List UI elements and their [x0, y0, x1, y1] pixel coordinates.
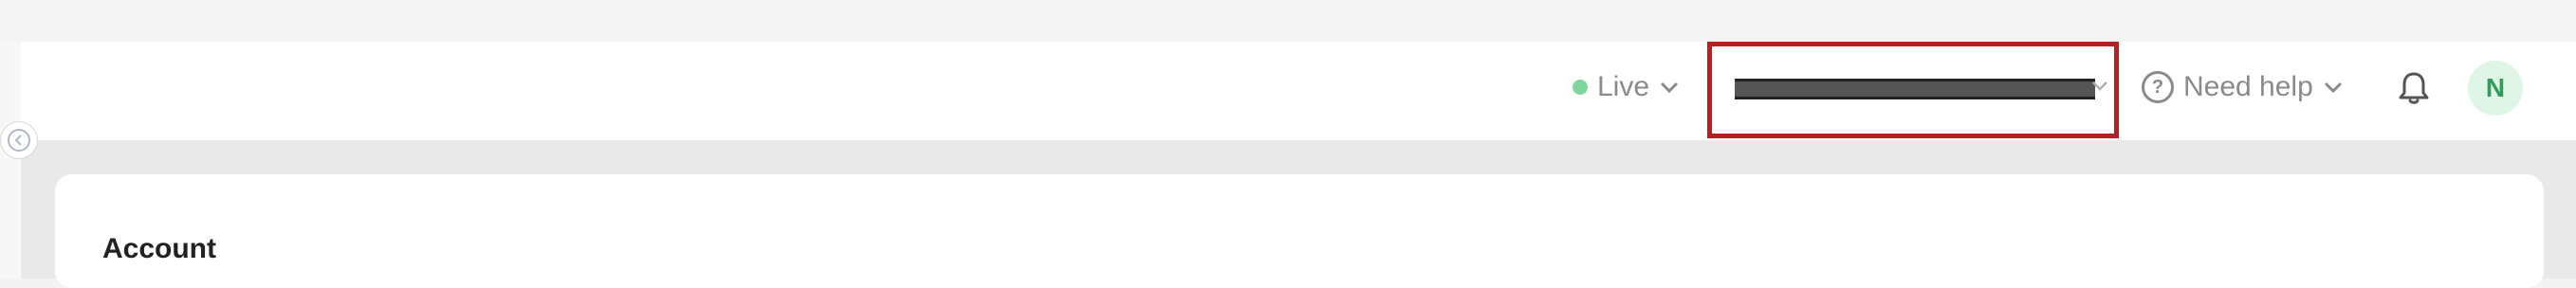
sidebar-collapse-button[interactable]	[0, 121, 38, 159]
environment-selector[interactable]	[1707, 42, 2119, 138]
card-title: Account	[102, 233, 216, 264]
avatar[interactable]: N	[2468, 61, 2523, 116]
avatar-initial: N	[2485, 73, 2506, 102]
chevron-left-circle-icon	[8, 129, 30, 152]
account-card: Account	[55, 174, 2544, 288]
content-area: Account	[21, 140, 2576, 288]
need-help-label: Need help	[2183, 71, 2313, 102]
live-label: Live	[1597, 71, 1650, 102]
browser-top-strip	[0, 0, 2576, 42]
live-mode-toggle[interactable]: Live	[1573, 66, 1680, 108]
chevron-down-icon	[1660, 81, 1679, 94]
need-help-menu[interactable]: ? Need help	[2142, 66, 2344, 108]
chevron-down-icon	[2092, 81, 2107, 91]
bell-icon[interactable]	[2398, 70, 2430, 106]
chevron-down-icon	[2324, 81, 2342, 94]
redaction-bar	[1735, 79, 2095, 99]
live-status-dot	[1573, 80, 1588, 95]
question-circle-icon: ?	[2142, 71, 2174, 103]
sidebar-rail	[0, 42, 22, 279]
